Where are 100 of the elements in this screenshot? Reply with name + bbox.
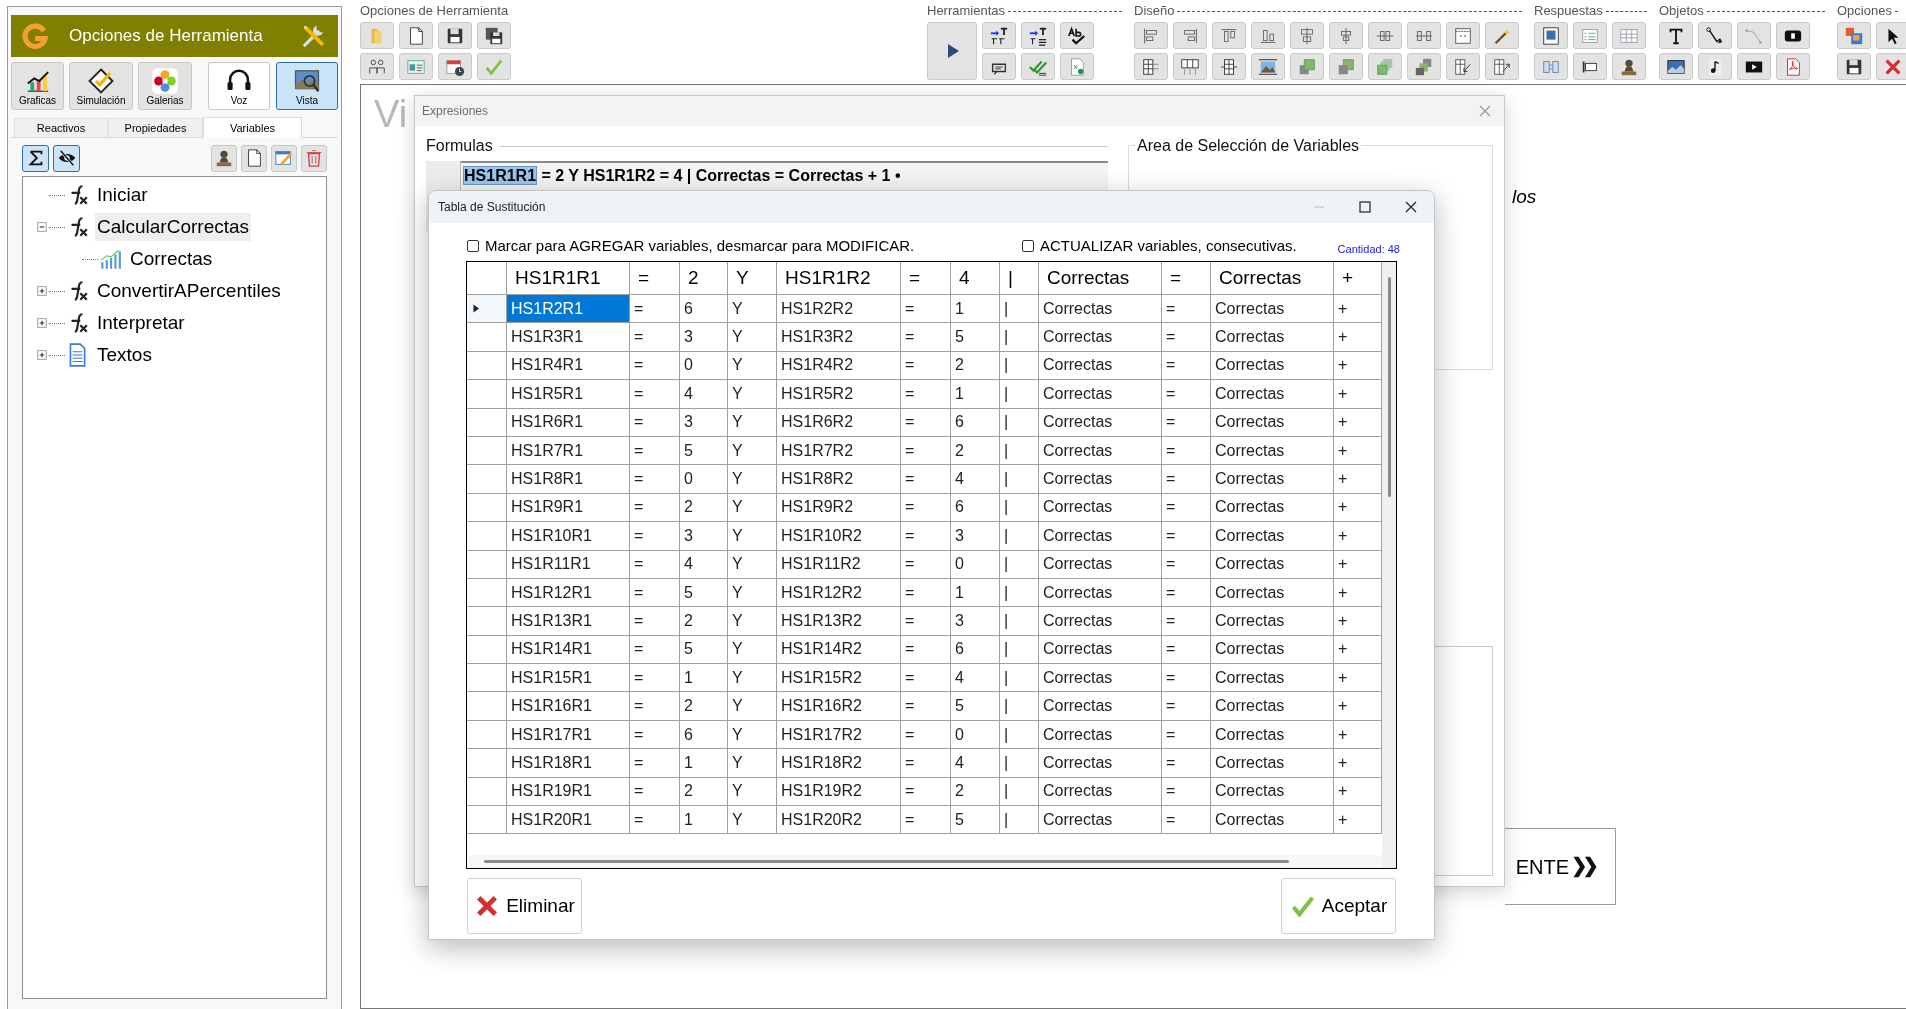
- video-player-button[interactable]: [1737, 53, 1771, 80]
- align-bottom-button[interactable]: [1251, 22, 1285, 49]
- connector-line-button[interactable]: [1698, 22, 1732, 49]
- music-note-button[interactable]: [1698, 53, 1732, 80]
- row-header[interactable]: [467, 323, 507, 352]
- pdf-file-button[interactable]: [1776, 53, 1810, 80]
- close-icon[interactable]: [1405, 201, 1417, 213]
- window-frame-button[interactable]: [1446, 22, 1480, 49]
- layer-group-button[interactable]: [1407, 53, 1441, 80]
- hide-button[interactable]: [53, 144, 80, 172]
- slider-field-button[interactable]: [1573, 53, 1607, 80]
- checkbox[interactable]: [1022, 239, 1034, 252]
- column-header[interactable]: =: [1162, 262, 1211, 295]
- row-header[interactable]: [467, 635, 507, 665]
- mode-button[interactable]: Voz: [208, 62, 270, 110]
- tree-item[interactable]: CalcularCorrectas: [95, 213, 252, 241]
- row-header[interactable]: [467, 351, 507, 381]
- center-horizontal-button[interactable]: [1290, 22, 1324, 49]
- rounded-button-button[interactable]: [1776, 22, 1810, 49]
- cursor-arrow-button[interactable]: [1876, 22, 1906, 49]
- floppy-disk-button[interactable]: [1837, 53, 1871, 80]
- accept-button[interactable]: Aceptar: [1281, 878, 1396, 934]
- tree-item[interactable]: ConvertirAPercentiles: [95, 277, 283, 305]
- double-check-button[interactable]: [1021, 53, 1055, 80]
- expander-icon[interactable]: [37, 318, 47, 328]
- column-insert-button[interactable]: [1134, 53, 1168, 80]
- magic-wand-button[interactable]: [1485, 22, 1519, 49]
- close-x-button[interactable]: [1876, 53, 1906, 80]
- column-header[interactable]: Correctas: [1039, 262, 1162, 295]
- row-header[interactable]: [467, 749, 507, 778]
- column-header[interactable]: |: [1000, 262, 1039, 295]
- next-button[interactable]: ENTE: [1505, 828, 1616, 905]
- vertical-scrollbar[interactable]: [1387, 277, 1391, 497]
- row-insert-button[interactable]: [1173, 53, 1207, 80]
- column-header[interactable]: Y: [728, 262, 777, 295]
- floppy-disk-button[interactable]: [438, 22, 472, 49]
- align-left-button[interactable]: [1134, 22, 1168, 49]
- row-header[interactable]: [467, 806, 507, 835]
- stamp-button[interactable]: [211, 144, 237, 172]
- tree-item[interactable]: Textos: [95, 341, 154, 369]
- row-header[interactable]: [467, 578, 507, 608]
- row-header[interactable]: [467, 522, 507, 551]
- picture-frame-button[interactable]: [1534, 22, 1568, 49]
- column-header[interactable]: Correctas: [1211, 262, 1334, 295]
- row-header[interactable]: [467, 295, 507, 324]
- people-button[interactable]: [360, 53, 394, 80]
- stamp-button[interactable]: [1612, 53, 1646, 80]
- tree-item[interactable]: Correctas: [128, 245, 215, 273]
- linked-lists-button[interactable]: [1534, 53, 1568, 80]
- mode-button[interactable]: Simulación: [69, 62, 133, 110]
- spreadsheet-file-button[interactable]: [1060, 53, 1094, 80]
- text-arrow-button[interactable]: [982, 22, 1016, 49]
- align-top-button[interactable]: [1212, 22, 1246, 49]
- play-button[interactable]: [927, 22, 977, 80]
- delete-button[interactable]: [301, 144, 327, 172]
- layer-front-button[interactable]: [1290, 53, 1324, 80]
- column-header[interactable]: 2: [680, 262, 728, 295]
- landscape-picture-button[interactable]: [1659, 53, 1693, 80]
- table-arrow-out-button[interactable]: [1485, 53, 1519, 80]
- column-header[interactable]: =: [630, 262, 680, 295]
- row-header[interactable]: [467, 664, 507, 693]
- row-header[interactable]: [467, 720, 507, 750]
- mode-button[interactable]: Vista: [276, 62, 338, 110]
- calendar-button[interactable]: [438, 53, 472, 80]
- checkmark-button[interactable]: [477, 53, 511, 80]
- expander-icon[interactable]: [37, 222, 47, 232]
- floppy-disks-button[interactable]: [477, 22, 511, 49]
- column-header[interactable]: HS1R1R2: [777, 262, 901, 295]
- text-t-button[interactable]: [1659, 22, 1693, 49]
- row-header[interactable]: [467, 465, 507, 494]
- mode-button[interactable]: Galerias: [138, 62, 192, 110]
- row-header[interactable]: [467, 777, 507, 807]
- column-header[interactable]: =: [901, 262, 951, 295]
- row-header[interactable]: [467, 607, 507, 636]
- tree-item[interactable]: Iniciar: [95, 181, 150, 209]
- row-header[interactable]: [467, 493, 507, 523]
- maximize-icon[interactable]: [1359, 201, 1371, 213]
- align-right-button[interactable]: [1173, 22, 1207, 49]
- delete-button[interactable]: Eliminar: [467, 878, 582, 934]
- expander-icon[interactable]: [37, 286, 47, 296]
- column-header[interactable]: 4: [951, 262, 1000, 295]
- table-arrow-in-button[interactable]: [1446, 53, 1480, 80]
- text-arrow-lines-button[interactable]: [1021, 22, 1055, 49]
- row-header[interactable]: [467, 692, 507, 721]
- picture-resize-button[interactable]: [1251, 53, 1285, 80]
- sigma-button[interactable]: [22, 144, 49, 172]
- mode-button[interactable]: Graficas: [11, 62, 64, 110]
- tab[interactable]: Reactivos: [14, 118, 108, 137]
- new-button[interactable]: [241, 144, 267, 172]
- spellcheck-button[interactable]: [1060, 22, 1094, 49]
- tab[interactable]: Propiedades: [108, 118, 203, 137]
- center-vertical-button[interactable]: [1329, 22, 1363, 49]
- distribute-spacing-button[interactable]: [1407, 22, 1441, 49]
- edit-button[interactable]: [271, 144, 297, 172]
- row-header[interactable]: [467, 550, 507, 579]
- tree-item[interactable]: Interpretar: [95, 309, 187, 337]
- row-header[interactable]: [467, 380, 507, 409]
- row-header[interactable]: [467, 436, 507, 466]
- document-button[interactable]: [399, 22, 433, 49]
- distribute-horizontal-button[interactable]: [1368, 22, 1402, 49]
